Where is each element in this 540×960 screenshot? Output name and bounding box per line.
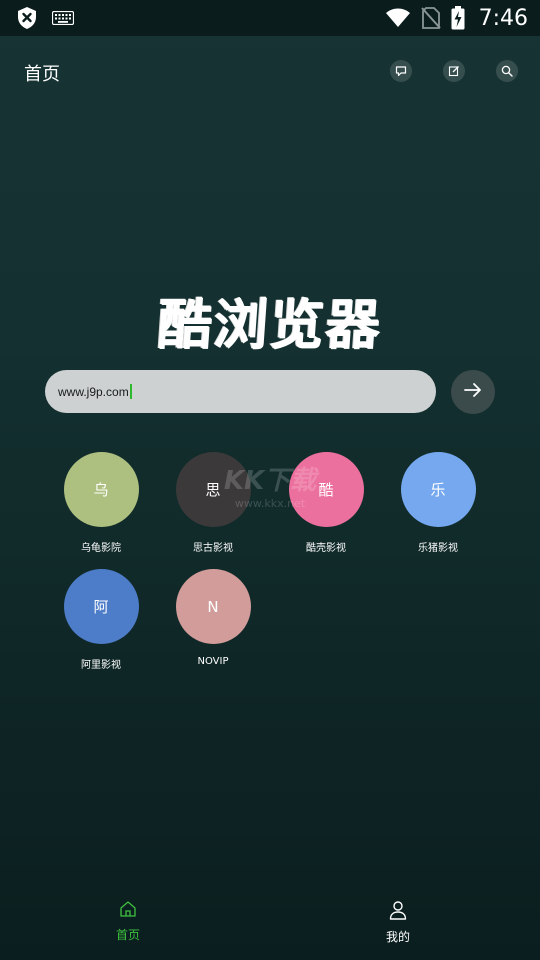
shortcut-avatar: 乌	[63, 452, 139, 527]
text-caret	[129, 384, 132, 399]
search-icon	[501, 62, 513, 81]
message-icon	[395, 62, 407, 81]
shortcut-label: 乐猪影视	[418, 543, 458, 554]
user-icon	[389, 901, 407, 924]
keyboard-icon	[52, 11, 74, 25]
shortcut-item[interactable]: 思 思古影视	[157, 452, 269, 554]
app-header: 首页	[0, 36, 540, 104]
bottom-nav: 首页 我的	[0, 880, 540, 960]
arrow-right-icon	[463, 382, 483, 402]
shortcut-avatar: 乐	[400, 452, 476, 527]
shortcut-avatar: 阿	[63, 569, 139, 644]
shortcut-label: 阿里影视	[81, 660, 121, 671]
nav-item-home[interactable]: 首页	[88, 900, 168, 943]
shortcut-label: NOVIP	[197, 656, 229, 667]
shortcut-label: 乌龟影院	[81, 543, 121, 554]
shortcut-avatar: N	[175, 569, 251, 644]
shortcut-item[interactable]: 乌 乌龟影院	[45, 452, 157, 554]
status-bar: 7:46	[0, 0, 540, 36]
wifi-icon	[385, 8, 411, 28]
shortcut-label: 思古影视	[193, 543, 233, 554]
nav-label-profile: 我的	[385, 930, 410, 944]
shortcut-item[interactable]: 阿 阿里影视	[45, 569, 157, 671]
shortcut-item[interactable]: 乐 乐猪影视	[382, 452, 494, 554]
no-sim-icon	[420, 7, 441, 29]
edit-icon	[448, 62, 460, 81]
home-icon	[119, 901, 137, 922]
nav-item-profile[interactable]: 我的	[358, 900, 438, 945]
page-title: 首页	[24, 64, 60, 85]
shortcut-item[interactable]: N NOVIP	[157, 569, 269, 667]
shortcut-avatar: 思	[175, 452, 251, 527]
clock: 7:46	[478, 5, 528, 31]
url-input-value: www.j9p.com	[58, 384, 129, 399]
message-button[interactable]	[390, 60, 412, 82]
shortcut-label: 酷壳影视	[306, 543, 346, 554]
shortcut-avatar: 酷	[288, 452, 364, 527]
battery-charging-icon	[451, 6, 465, 30]
nav-label-home: 首页	[115, 928, 140, 942]
search-button[interactable]	[496, 60, 518, 82]
edit-button[interactable]	[443, 60, 465, 82]
app-logo: 酷浏览器	[155, 292, 384, 356]
url-input[interactable]: www.j9p.com	[45, 370, 436, 413]
shield-x-icon	[16, 6, 38, 30]
shortcut-item[interactable]: 酷 酷壳影视	[270, 452, 382, 554]
go-button[interactable]	[451, 370, 495, 414]
